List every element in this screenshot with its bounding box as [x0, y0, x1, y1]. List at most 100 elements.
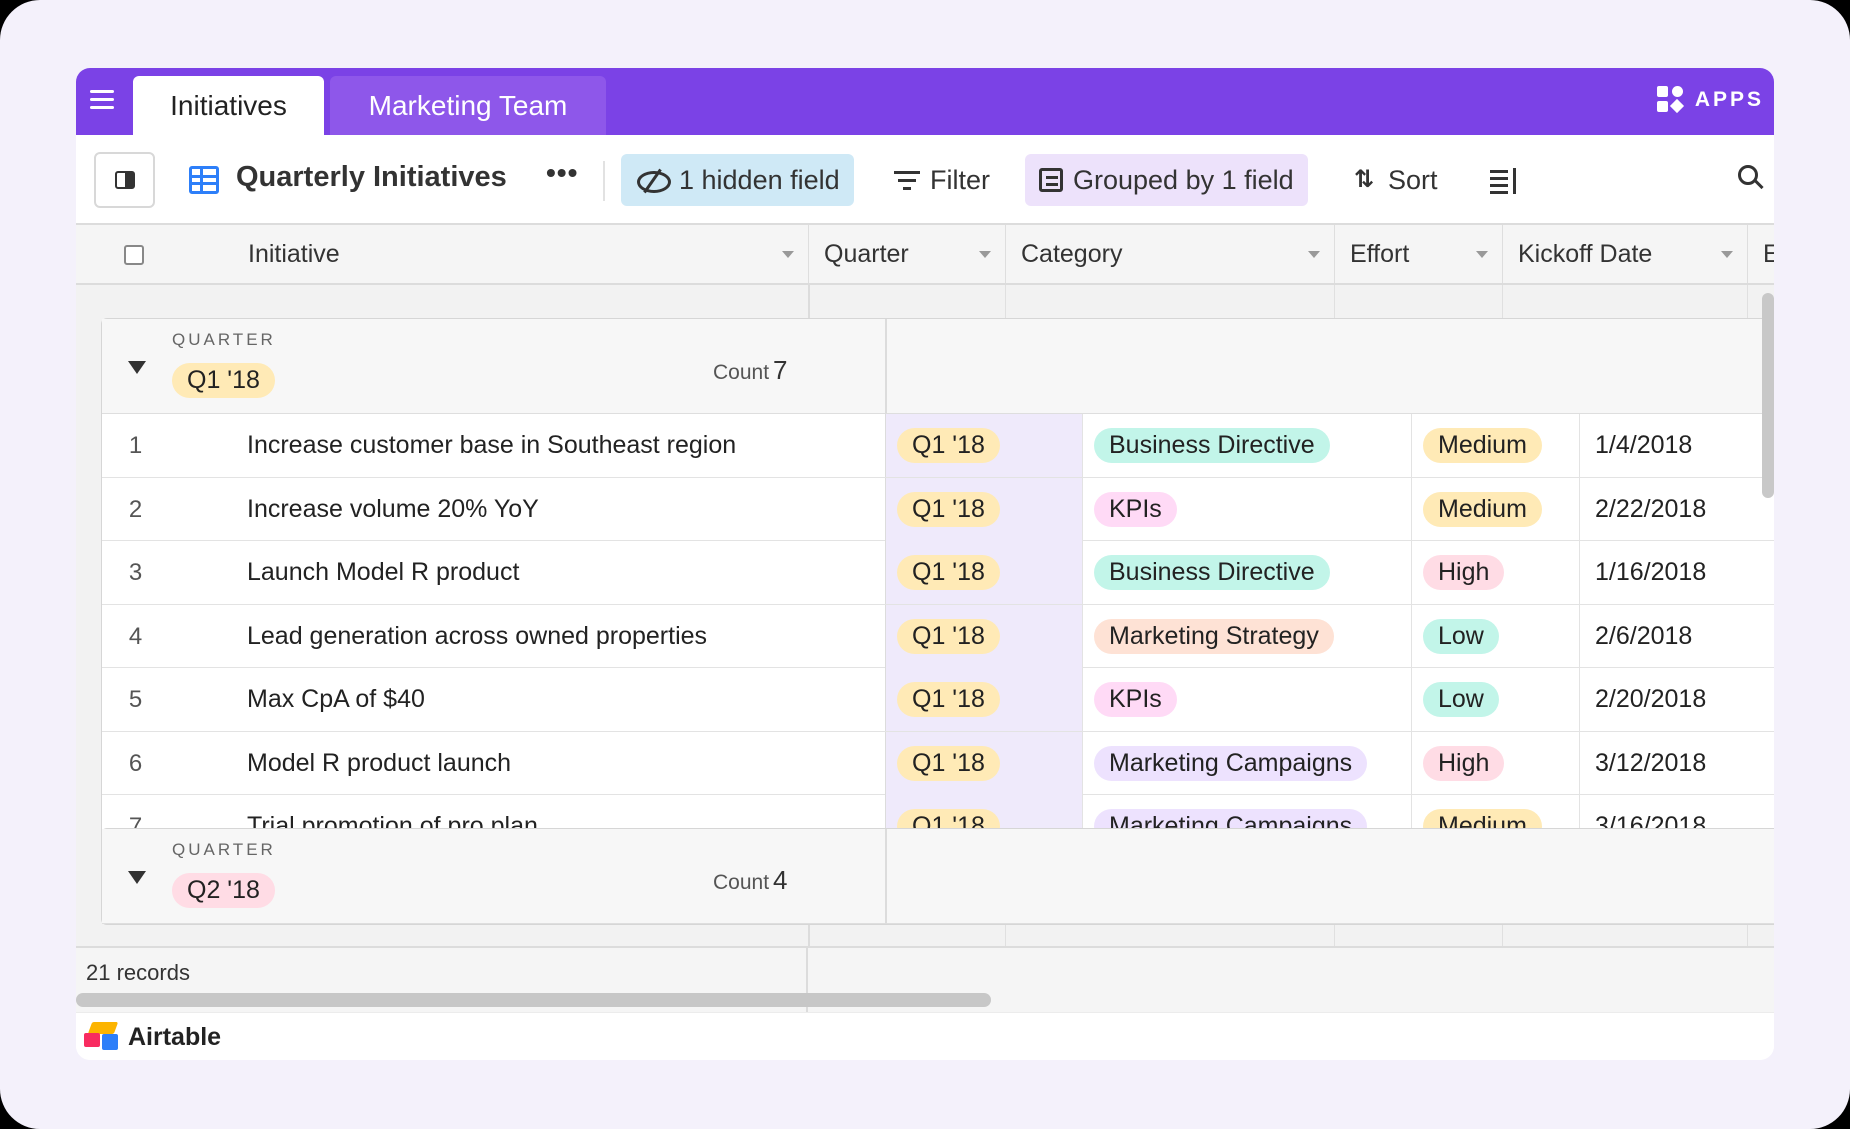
- chevron-down-icon[interactable]: [1476, 251, 1488, 258]
- hidden-fields-button[interactable]: 1 hidden field: [621, 154, 854, 206]
- initiative-cell[interactable]: Max CpA of $40: [247, 668, 425, 731]
- quarter-pill: Q1 '18: [897, 555, 1000, 590]
- initiative-cell[interactable]: Increase volume 20% YoY: [247, 478, 539, 541]
- column-divider: [1579, 604, 1580, 668]
- group-header[interactable]: QUARTER Q2 '18 Count 4: [102, 829, 1774, 924]
- column-divider: [1082, 477, 1083, 541]
- row-height-icon: [1490, 168, 1516, 194]
- category-cell[interactable]: KPIs: [1094, 478, 1177, 541]
- row-number: 5: [128, 686, 143, 713]
- initiative-cell[interactable]: Increase customer base in Southeast regi…: [247, 414, 736, 477]
- table-row[interactable]: 6 Model R product launch Q1 '18 Marketing C…: [102, 731, 1774, 795]
- airtable-branding[interactable]: Airtable: [76, 1012, 1774, 1060]
- column-divider: [1579, 731, 1580, 795]
- hidden-eye-icon: [635, 169, 671, 193]
- sidebar-toggle-button[interactable]: [94, 152, 155, 208]
- effort-cell[interactable]: High: [1423, 732, 1505, 795]
- view-more-button[interactable]: •••: [546, 157, 578, 189]
- initiative-cell[interactable]: Launch Model R product: [247, 541, 519, 604]
- table-row[interactable]: 4 Lead generation across owned properties…: [102, 604, 1774, 668]
- kickoff-date-cell[interactable]: 3/12/2018: [1595, 732, 1706, 795]
- column-header-quarter[interactable]: Quarter: [809, 225, 1006, 283]
- sort-button[interactable]: ⇅ Sort: [1340, 154, 1452, 206]
- column-divider: [1411, 414, 1412, 477]
- category-cell[interactable]: Marketing Strategy: [1094, 605, 1334, 668]
- chevron-down-icon[interactable]: [1721, 251, 1733, 258]
- filter-label: Filter: [930, 164, 990, 195]
- quarter-cell[interactable]: Q1 '18: [897, 668, 1000, 731]
- chevron-down-icon[interactable]: [1308, 251, 1320, 258]
- category-cell[interactable]: Business Directive: [1094, 541, 1330, 604]
- column-header-kickoff-date[interactable]: Kickoff Date: [1503, 225, 1748, 283]
- quarter-cell[interactable]: Q1 '18: [897, 541, 1000, 604]
- collapse-triangle-icon[interactable]: [128, 361, 146, 374]
- column-label: Quarter: [824, 239, 909, 268]
- sort-icon: ⇅: [1354, 166, 1375, 193]
- category-pill: KPIs: [1094, 491, 1177, 527]
- effort-cell[interactable]: Medium: [1423, 478, 1542, 541]
- quarter-cell[interactable]: Q1 '18: [897, 414, 1000, 477]
- quarter-cell[interactable]: Q1 '18: [897, 605, 1000, 668]
- effort-pill: Low: [1423, 618, 1499, 654]
- group-header[interactable]: QUARTER Q1 '18 Count 7: [102, 319, 1774, 414]
- effort-pill: High: [1423, 745, 1505, 781]
- filter-icon: [894, 170, 920, 190]
- category-pill: Business Directive: [1094, 555, 1330, 590]
- group-button[interactable]: Grouped by 1 field: [1025, 154, 1308, 206]
- column-header-initiative[interactable]: Initiative: [76, 225, 809, 283]
- effort-cell[interactable]: Medium: [1423, 414, 1542, 477]
- table-row[interactable]: 1 Increase customer base in Southeast reg…: [102, 414, 1774, 478]
- kickoff-date-cell[interactable]: 2/6/2018: [1595, 605, 1692, 668]
- column-divider: [1082, 541, 1083, 604]
- collapse-triangle-icon[interactable]: [128, 871, 146, 884]
- horizontal-scrollbar[interactable]: [76, 993, 991, 1007]
- grid-footer: 21 records: [76, 946, 1774, 1014]
- tab-initiatives[interactable]: Initiatives: [133, 76, 324, 135]
- kickoff-date-cell[interactable]: 1/4/2018: [1595, 414, 1692, 477]
- effort-cell[interactable]: Low: [1423, 605, 1499, 668]
- table-row[interactable]: 2 Increase volume 20% YoY Q1 '18 KPIs Medium…: [102, 477, 1774, 541]
- column-divider: [1411, 477, 1412, 541]
- vertical-scrollbar[interactable]: [1762, 293, 1774, 498]
- hidden-fields-label: 1 hidden field: [679, 164, 840, 195]
- table-row[interactable]: 3 Launch Model R product Q1 '18 Business Di…: [102, 541, 1774, 605]
- column-header-effort[interactable]: Effort: [1335, 225, 1503, 283]
- initiative-cell[interactable]: Lead generation across owned properties: [247, 605, 707, 668]
- effort-cell[interactable]: Low: [1423, 668, 1499, 731]
- tab-marketing-team[interactable]: Marketing Team: [330, 76, 606, 135]
- category-pill: Business Directive: [1094, 428, 1330, 463]
- view-name[interactable]: Quarterly Initiatives: [236, 161, 507, 194]
- table-row[interactable]: 5Max CpA of $40Q1 '18KPIsLow2/20/20183: [102, 668, 1774, 732]
- airtable-app-window: Initiatives Marketing Team APPS Quarterl…: [76, 68, 1774, 1060]
- column-header-truncated[interactable]: E: [1748, 225, 1774, 283]
- kickoff-date-cell[interactable]: 2/20/2018: [1595, 668, 1706, 731]
- filter-button[interactable]: Filter: [880, 154, 1004, 206]
- quarter-cell[interactable]: Q1 '18: [897, 478, 1000, 541]
- chevron-down-icon[interactable]: [979, 251, 991, 258]
- kickoff-date-cell[interactable]: 1/16/2018: [1595, 541, 1706, 604]
- count-label: Count: [713, 871, 770, 894]
- row-height-button[interactable]: [1476, 154, 1530, 206]
- apps-icon: [1656, 86, 1685, 114]
- count-label: Count: [713, 361, 770, 384]
- effort-cell[interactable]: High: [1423, 541, 1505, 604]
- kickoff-date-cell[interactable]: 2/22/2018: [1595, 478, 1706, 541]
- category-cell[interactable]: Business Directive: [1094, 414, 1330, 477]
- initiative-cell[interactable]: Model R product launch: [247, 732, 511, 795]
- group-count: Count 7: [713, 355, 788, 386]
- apps-button[interactable]: APPS: [1656, 86, 1764, 114]
- category-cell[interactable]: Marketing Campaigns: [1094, 732, 1368, 795]
- category-pill: KPIs: [1094, 682, 1177, 717]
- hamburger-menu-icon[interactable]: [90, 90, 114, 110]
- quarter-pill: Q1 '18: [897, 491, 1000, 527]
- search-icon[interactable]: [1738, 165, 1764, 191]
- column-header-category[interactable]: Category: [1006, 225, 1335, 283]
- row-number: 2: [128, 495, 143, 523]
- brand-name: Airtable: [128, 1023, 222, 1051]
- quarter-cell[interactable]: Q1 '18: [897, 732, 1000, 795]
- chevron-down-icon[interactable]: [782, 251, 794, 258]
- quarter-pill: Q1 '18: [897, 428, 1000, 463]
- category-cell[interactable]: KPIs: [1094, 668, 1177, 731]
- view-toolbar: Quarterly Initiatives ••• 1 hidden field…: [76, 135, 1774, 225]
- effort-pill: Medium: [1423, 428, 1542, 463]
